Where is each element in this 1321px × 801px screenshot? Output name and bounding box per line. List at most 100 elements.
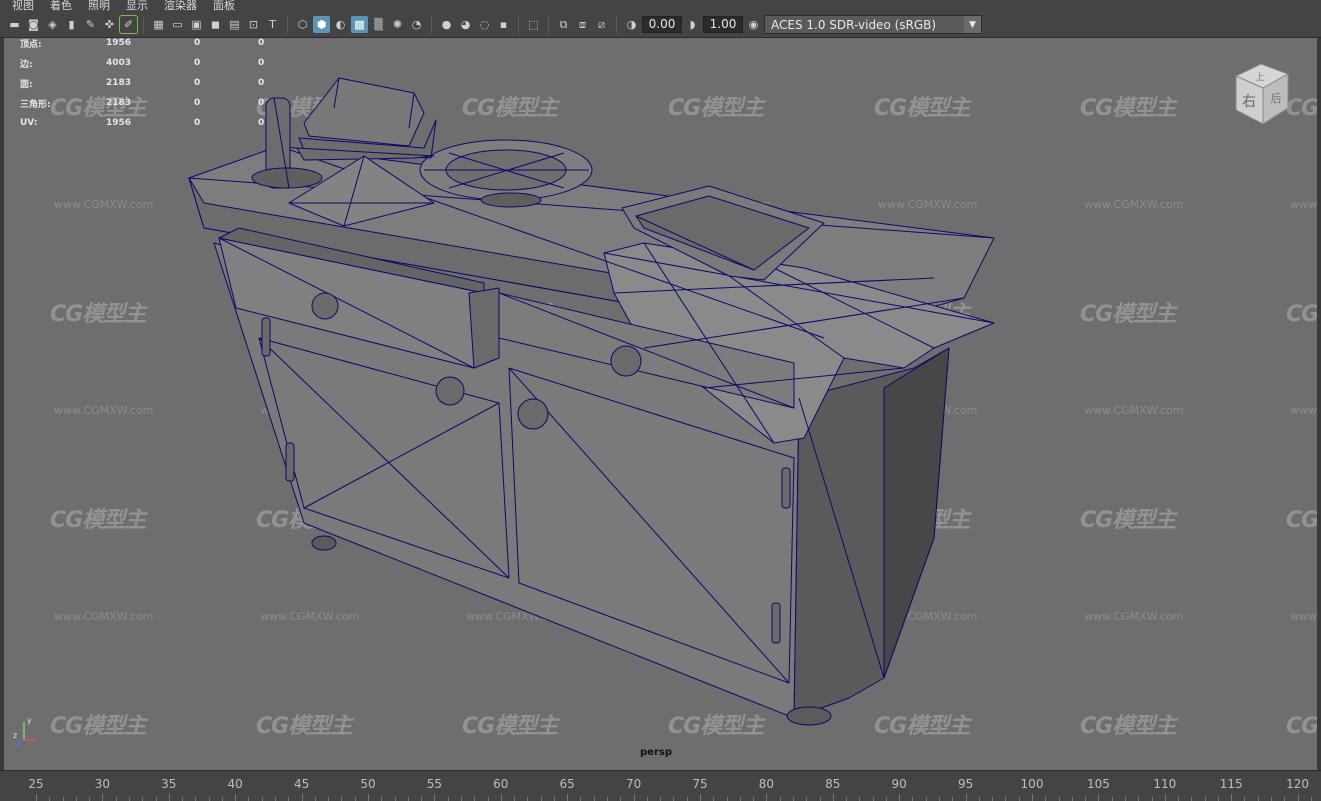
stat-selected-uv: 0 <box>258 78 265 88</box>
stat-value: 1956 <box>106 118 132 128</box>
stat-value: 1956 <box>106 38 132 48</box>
viewport-menu-bar: 视图 着色 照明 显示 渲染器 面板 <box>0 0 1321 12</box>
menu-renderer[interactable]: 渲染器 <box>164 0 197 12</box>
view-transform-dropdown[interactable]: ACES 1.0 SDR-video (sRGB) ▼ <box>764 15 982 34</box>
timeline-tick-mark <box>1151 797 1153 801</box>
default-material-icon[interactable]: ◐ <box>332 16 349 33</box>
timeline-tick-mark <box>739 797 741 801</box>
gamma-icon[interactable]: ◗ <box>684 16 701 33</box>
field-chart-icon[interactable]: ▤ <box>226 16 243 33</box>
timeline-tick-label: 120 <box>1286 777 1310 791</box>
timeline-tick-mark <box>155 797 157 801</box>
timeline-tick-label: 100 <box>1020 777 1044 791</box>
resolution-gate-icon[interactable]: ▣ <box>188 16 205 33</box>
stat-label: 三角形: <box>20 99 51 110</box>
timeline-tick-mark <box>354 797 356 801</box>
viewcube-front-label[interactable]: 右 <box>1242 94 1256 110</box>
timeline-tick-mark <box>713 797 715 801</box>
chevron-down-icon[interactable]: ▼ <box>964 16 981 33</box>
xray-joints-icon[interactable]: ⧄ <box>593 16 610 33</box>
menu-view[interactable]: 视图 <box>12 0 34 12</box>
smooth-shade-icon[interactable]: ⬢ <box>313 16 330 33</box>
stat-selected-uv: 0 <box>258 98 265 108</box>
timeline-tick-mark <box>208 797 210 801</box>
timeline-tick-mark <box>142 797 144 801</box>
textured-icon[interactable]: ▒ <box>370 16 387 33</box>
timeline-tick-mark <box>1164 794 1166 801</box>
timeline-tick-mark <box>235 794 237 801</box>
toolbar-divider <box>143 15 144 34</box>
timeline-tick-label: 50 <box>360 777 376 791</box>
grease-pencil-icon[interactable]: ✎ <box>82 16 99 33</box>
screen-space-ao-icon[interactable]: ● <box>438 16 455 33</box>
safe-action-icon[interactable]: ⊡ <box>245 16 262 33</box>
timeline-tick-mark <box>992 797 994 801</box>
timeline-tick-mark <box>1098 794 1100 801</box>
timeline-tick-mark <box>1138 797 1140 801</box>
motion-blur-icon[interactable]: ◕ <box>457 16 474 33</box>
camera-name-label: persp <box>640 747 672 758</box>
gate-mask-icon[interactable]: ◼ <box>207 16 224 33</box>
timeline-tick-mark <box>633 794 635 801</box>
stat-value: 4003 <box>106 58 132 68</box>
toolbar-divider <box>431 15 432 34</box>
anti-aliasing-icon[interactable]: ◌ <box>476 16 493 33</box>
stat-row-uvs: UV: 1956 0 0 <box>20 113 322 133</box>
safe-title-icon[interactable]: T <box>264 16 281 33</box>
grease-pencil-tool-icon[interactable]: ✐ <box>119 15 138 34</box>
timeline-tick-mark <box>36 794 37 801</box>
camera-attributes-icon[interactable]: ◙ <box>25 16 42 33</box>
timeline-tick-mark <box>912 797 914 801</box>
timeline-tick-mark <box>1058 797 1060 801</box>
bookmark-icon[interactable]: ◈ <box>44 16 61 33</box>
twod-pan-zoom-icon[interactable]: ✜ <box>101 16 118 33</box>
camera-select-icon[interactable]: ▬ <box>6 16 23 33</box>
timeline-tick-mark <box>49 797 51 801</box>
grid-icon[interactable]: ▦ <box>150 16 167 33</box>
menu-show[interactable]: 显示 <box>126 0 148 12</box>
timeline-tick-mark <box>487 797 489 801</box>
wireframe-icon[interactable]: ⬡ <box>294 16 311 33</box>
timeline-tick-label: 35 <box>161 777 177 791</box>
timeline-tick-mark <box>195 797 197 801</box>
timeline-tick-mark <box>872 797 874 801</box>
cabinet-wireframe-model[interactable] <box>4 38 1317 770</box>
isolate-select-icon[interactable]: ⬚ <box>525 16 542 33</box>
time-slider[interactable]: 25 30 35 40 45 50 55 60 65 70 75 80 85 90 95 100 105 110 1… <box>0 770 1321 801</box>
lights-icon[interactable]: ✺ <box>389 16 406 33</box>
menu-lighting[interactable]: 照明 <box>88 0 110 12</box>
wireframe-on-shaded-icon[interactable]: ▩ <box>351 16 368 33</box>
color-management-icon[interactable]: ◉ <box>745 16 762 33</box>
timeline-tick-mark <box>753 797 755 801</box>
viewport-toolbar: ▬ ◙ ◈ ▮ ✎ ✜ ✐ ▦ ▭ ▣ ◼ ▤ ⊡ T ⬡ ⬢ ◐ ▩ ▒ ✺ … <box>0 12 1321 38</box>
exposure-icon[interactable]: ◑ <box>623 16 640 33</box>
timeline-tick-mark <box>182 797 184 801</box>
exposure-field[interactable]: 0.00 <box>642 16 682 33</box>
film-gate-icon[interactable]: ▭ <box>169 16 186 33</box>
gamma-field[interactable]: 1.00 <box>703 16 743 33</box>
stat-label: 边: <box>20 59 33 70</box>
timeline-tick-mark <box>819 797 821 801</box>
timeline-tick-label: 45 <box>293 777 310 791</box>
stat-selected: 0 <box>194 118 201 128</box>
image-plane-icon[interactable]: ▮ <box>63 16 80 33</box>
menu-shading[interactable]: 着色 <box>50 0 72 12</box>
timeline-tick-mark <box>859 797 861 801</box>
xray-active-components-icon[interactable]: ⧈ <box>574 16 591 33</box>
toolbar-divider <box>518 15 519 34</box>
timeline-tick-label: 30 <box>94 777 111 791</box>
timeline-tick-mark <box>500 794 502 801</box>
timeline-tick-label: 110 <box>1153 777 1177 791</box>
viewcube-side-label[interactable]: 后 <box>1271 92 1282 105</box>
xray-icon[interactable]: ⧉ <box>555 16 572 33</box>
axis-y-label: y <box>27 716 32 725</box>
timeline-tick-mark <box>832 794 834 801</box>
viewcube-top-label[interactable]: 上 <box>1255 72 1264 83</box>
viewcube[interactable]: 上 右 后 <box>1226 58 1296 130</box>
timeline-tick-mark <box>1204 797 1206 801</box>
3d-viewport[interactable]: CG模型主www.CGMXW.comCG模型主www.CGMXW.comCG模型… <box>4 38 1317 770</box>
depth-of-field-icon[interactable]: ▪ <box>495 16 512 33</box>
menu-panels[interactable]: 面板 <box>213 0 235 12</box>
timeline-tick-label: 90 <box>891 777 907 791</box>
shadows-icon[interactable]: ◔ <box>408 16 425 33</box>
